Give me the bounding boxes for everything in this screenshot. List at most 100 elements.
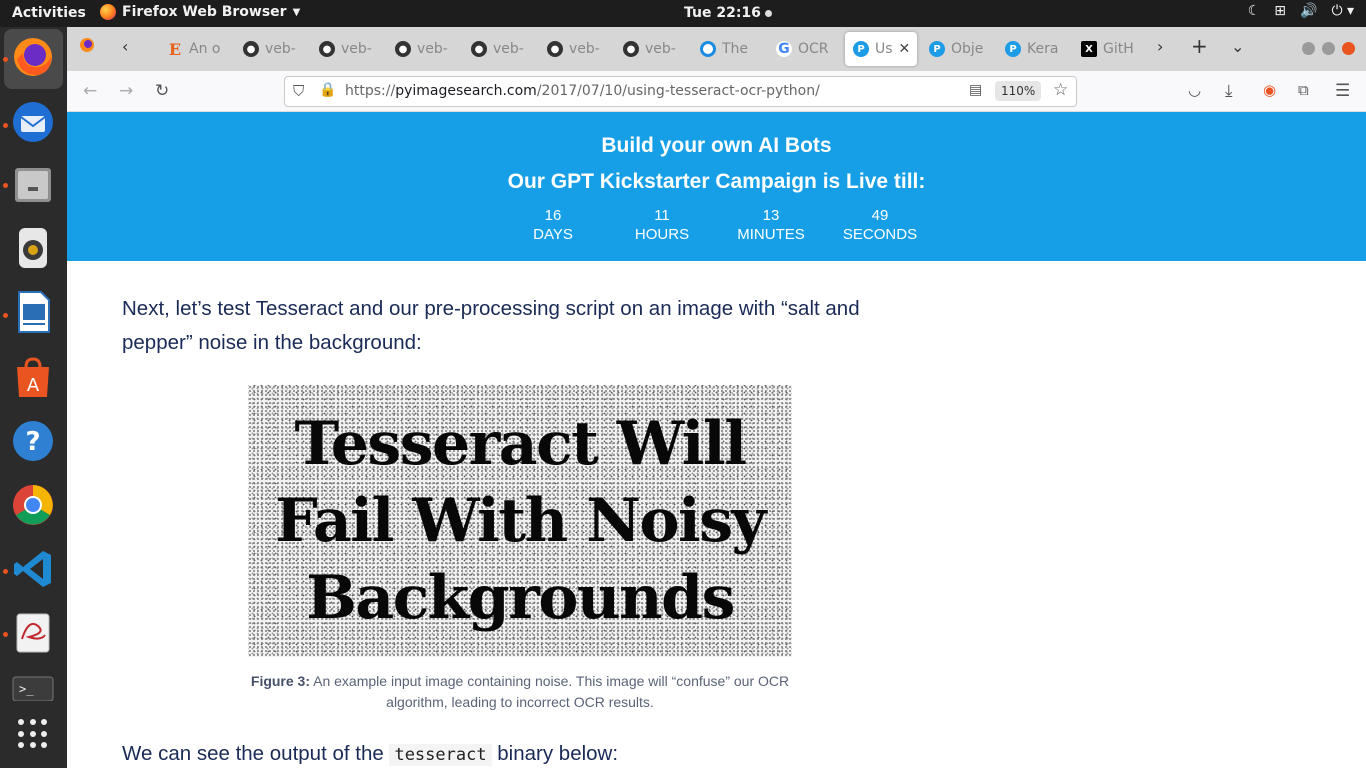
tab-label: veb- [645, 41, 676, 57]
tab-scroll-right-icon[interactable]: › [1157, 37, 1163, 56]
dock-firefox-icon[interactable] [10, 34, 56, 80]
countdown-seconds: 49 SECONDS [835, 206, 925, 244]
activities-button[interactable]: Activities [12, 5, 86, 21]
tab-label: GitH [1103, 41, 1134, 57]
para-text: binary below: [491, 742, 619, 765]
url-prefix: https:// [345, 83, 396, 99]
url-text[interactable]: https://pyimagesearch.com/2017/07/10/usi… [345, 83, 820, 99]
article-paragraph: We can see the output of the tesseract b… [122, 737, 922, 768]
volume-icon: 🔊 [1300, 3, 1318, 19]
dock-writer-icon[interactable] [10, 289, 56, 335]
tab-12[interactable]: P Kera [1005, 32, 1065, 66]
dock-rhythmbox-icon[interactable] [10, 225, 56, 271]
tab-3[interactable]: ● veb- [319, 32, 379, 66]
forward-icon[interactable]: → [119, 81, 133, 101]
pocket-icon[interactable]: ◡ [1188, 81, 1201, 99]
google-icon: G [776, 41, 792, 57]
clock-text: Tue 22:16 [684, 5, 761, 21]
close-window-icon[interactable] [1342, 42, 1355, 55]
extensions-puzzle-icon[interactable]: ⧉ [1298, 81, 1309, 99]
close-tab-icon[interactable]: ✕ [899, 41, 911, 57]
dock-evince-icon[interactable] [10, 610, 56, 656]
x-icon: X [1081, 41, 1097, 57]
tab-label: The [722, 41, 749, 57]
list-all-tabs-icon[interactable]: ⌄ [1231, 37, 1244, 56]
e-icon: E [168, 39, 182, 59]
github-icon: ● [319, 41, 335, 57]
dock-help-icon[interactable]: ? [10, 418, 56, 464]
figure-text-line: Tesseract Will [294, 408, 747, 479]
dock-chrome-icon[interactable] [10, 482, 56, 528]
firefox-icon [100, 4, 116, 20]
banner-subtitle: Our GPT Kickstarter Campaign is Live til… [507, 170, 926, 193]
tab-label: Us [875, 41, 893, 57]
new-tab-icon[interactable]: + [1191, 34, 1208, 58]
circle-icon [700, 41, 716, 57]
back-icon[interactable]: ← [83, 81, 97, 101]
dock-files-icon[interactable] [10, 161, 56, 207]
countdown-value: 16 [544, 207, 562, 224]
tab-label: veb- [417, 41, 448, 57]
tab-label: veb- [569, 41, 600, 57]
banner-title: Build your own AI Bots [601, 134, 832, 157]
tab-6[interactable]: ● veb- [547, 32, 607, 66]
tab-label: Kera [1027, 41, 1059, 57]
reload-icon[interactable]: ↻ [155, 81, 169, 101]
address-bar[interactable]: ⛉ 🔒 https://pyimagesearch.com/2017/07/10… [284, 76, 1077, 107]
noisy-text-figure-image: Tesseract Will Fail With Noisy Backgroun… [248, 385, 792, 657]
tab-4[interactable]: ● veb- [395, 32, 455, 66]
dock-software-icon[interactable]: A [10, 354, 56, 400]
figure-caption: Figure 3: An example input image contain… [248, 671, 792, 713]
figure-text-line: Fail With Noisy [275, 485, 766, 556]
inline-code: tesseract [389, 744, 492, 766]
article-paragraph: Next, let’s test Tesseract and our pre-p… [122, 297, 860, 354]
tracking-protection-icon[interactable]: ⛉ [293, 82, 304, 100]
countdown-unit: HOURS [634, 226, 690, 243]
tab-10-active[interactable]: P Us ✕ [845, 32, 917, 66]
tab-11[interactable]: P Obje [929, 32, 989, 66]
countdown-unit: SECONDS [842, 226, 918, 243]
dock-running-indicator [3, 57, 8, 62]
promo-banner[interactable]: Build your own AI Bots Our GPT Kickstart… [67, 112, 1366, 261]
tab-scroll-left-icon[interactable]: ‹ [122, 37, 128, 56]
system-top-bar: Activities Firefox Web Browser ▼ Tue 22:… [0, 0, 1366, 27]
tab-8[interactable]: The [700, 32, 760, 66]
tab-5[interactable]: ● veb- [471, 32, 531, 66]
tab-bar: ‹ E An o ● veb- ● veb- ● veb- ● veb- ● v… [67, 27, 1366, 71]
extension-icon[interactable]: ◉ [1263, 81, 1276, 99]
maximize-window-icon[interactable] [1322, 42, 1335, 55]
countdown-value: 13 [762, 207, 780, 224]
downloads-icon[interactable]: ⤓ [1225, 81, 1233, 101]
notification-dot-icon [764, 9, 772, 17]
tab-9[interactable]: G OCR [776, 32, 836, 66]
dock-terminal-icon[interactable]: >_ [10, 673, 56, 701]
clock[interactable]: Tue 22:16 [684, 5, 772, 21]
minimize-window-icon[interactable] [1302, 42, 1315, 55]
app-menu-hamburger-icon[interactable]: ☰ [1335, 81, 1350, 101]
lock-icon[interactable]: 🔒 [319, 82, 336, 98]
firefox-view-icon[interactable] [79, 37, 95, 57]
dock-thunderbird-icon[interactable] [10, 99, 56, 145]
github-icon: ● [243, 41, 259, 57]
reader-view-icon[interactable]: ▤ [969, 82, 982, 98]
app-menu-label: Firefox Web Browser [122, 4, 287, 20]
caption-label: Figure 3: [250, 673, 311, 689]
dock-vscode-icon[interactable] [10, 546, 56, 592]
github-icon: ● [471, 41, 487, 57]
zoom-level-button[interactable]: 110% [995, 81, 1042, 101]
tab-1[interactable]: E An o [167, 32, 227, 66]
show-applications-icon[interactable] [18, 719, 48, 749]
tab-7[interactable]: ● veb- [623, 32, 683, 66]
bookmark-star-icon[interactable]: ☆ [1053, 80, 1068, 100]
countdown-unit: DAYS [533, 226, 573, 243]
tab-2[interactable]: ● veb- [243, 32, 303, 66]
system-tray[interactable]: ☾ ⊞ 🔊 ⏻ ▾ [1248, 3, 1354, 19]
tab-label: veb- [341, 41, 372, 57]
countdown-days: 16 DAYS [508, 206, 598, 244]
countdown-value: 11 [654, 207, 670, 224]
dock: A ? >_ [0, 27, 67, 768]
tab-label: veb- [265, 41, 296, 57]
tab-13[interactable]: X GitH [1081, 32, 1143, 66]
app-menu[interactable]: Firefox Web Browser ▼ [100, 4, 300, 20]
web-page: Build your own AI Bots Our GPT Kickstart… [67, 112, 1366, 768]
